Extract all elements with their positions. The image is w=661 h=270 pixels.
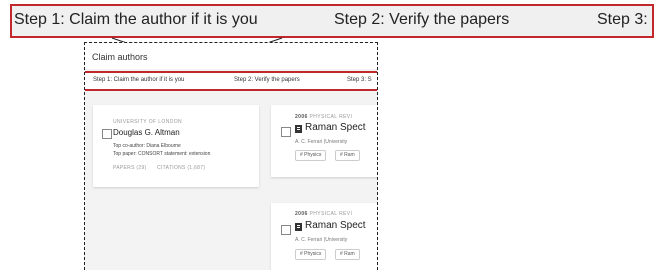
paper-venue: PHYSICAL REVI	[309, 114, 353, 120]
step-1-tab[interactable]: Step 1: Claim the author if it is you	[93, 77, 184, 83]
paper-verify-checkbox[interactable]	[281, 225, 291, 235]
author-card[interactable]: UNIVERSITY OF LONDON Douglas G. Altman T…	[93, 105, 259, 187]
zoomed-steps-callout: Step 1: Claim the author if it is you St…	[10, 4, 654, 38]
author-top-coauthor: Top co-author: Diana Elbourne	[113, 143, 181, 149]
paper-year-venue: 2006 PHYSICAL REVI	[295, 114, 352, 120]
paper-tag[interactable]: # Physics	[295, 150, 327, 161]
paper-card[interactable]: 2006 PHYSICAL REVI Raman Spect A. C. Fer…	[271, 105, 377, 177]
claim-authors-panel: Claim authors Step 1: Claim the author i…	[84, 42, 378, 270]
paper-year-venue: 2006 PHYSICAL REVI	[295, 211, 352, 217]
author-claim-checkbox[interactable]	[102, 129, 112, 139]
document-icon	[295, 223, 302, 231]
paper-title[interactable]: Raman Spect	[305, 122, 366, 133]
zoom-step-1-label: Step 1: Claim the author if it is you	[14, 11, 258, 28]
author-name[interactable]: Douglas G. Altman	[113, 128, 180, 137]
zoom-step-3-label: Step 3: Su	[597, 11, 652, 28]
author-top-paper: Top paper: CONSORT statement: extension	[113, 151, 211, 157]
steps-bar: Step 1: Claim the author if it is you St…	[85, 71, 377, 91]
document-icon	[295, 125, 302, 133]
paper-tag[interactable]: # Physics	[295, 249, 327, 260]
author-papers-count: PAPERS (29)	[113, 165, 147, 171]
paper-card[interactable]: 2006 PHYSICAL REVI Raman Spect A. C. Fer…	[271, 203, 377, 270]
panel-header: Claim authors	[85, 43, 377, 69]
author-institution: UNIVERSITY OF LONDON	[113, 119, 183, 125]
paper-tag[interactable]: # Ram	[335, 150, 360, 161]
paper-title[interactable]: Raman Spect	[305, 220, 366, 231]
zoom-step-2-label: Step 2: Verify the papers	[334, 11, 510, 28]
paper-year: 2006	[295, 211, 308, 217]
paper-verify-checkbox[interactable]	[281, 127, 291, 137]
page-title: Claim authors	[92, 52, 148, 62]
paper-authors: A. C. Ferrari (University	[295, 139, 348, 145]
paper-tag[interactable]: # Ram	[335, 249, 360, 260]
paper-authors: A. C. Ferrari (University	[295, 237, 348, 243]
step-2-tab[interactable]: Step 2: Verify the papers	[234, 77, 300, 83]
step-3-tab[interactable]: Step 3: S	[347, 77, 372, 83]
author-citations-count: CITATIONS (1,687)	[157, 165, 206, 171]
paper-venue: PHYSICAL REVI	[309, 211, 353, 217]
paper-year: 2006	[295, 114, 308, 120]
